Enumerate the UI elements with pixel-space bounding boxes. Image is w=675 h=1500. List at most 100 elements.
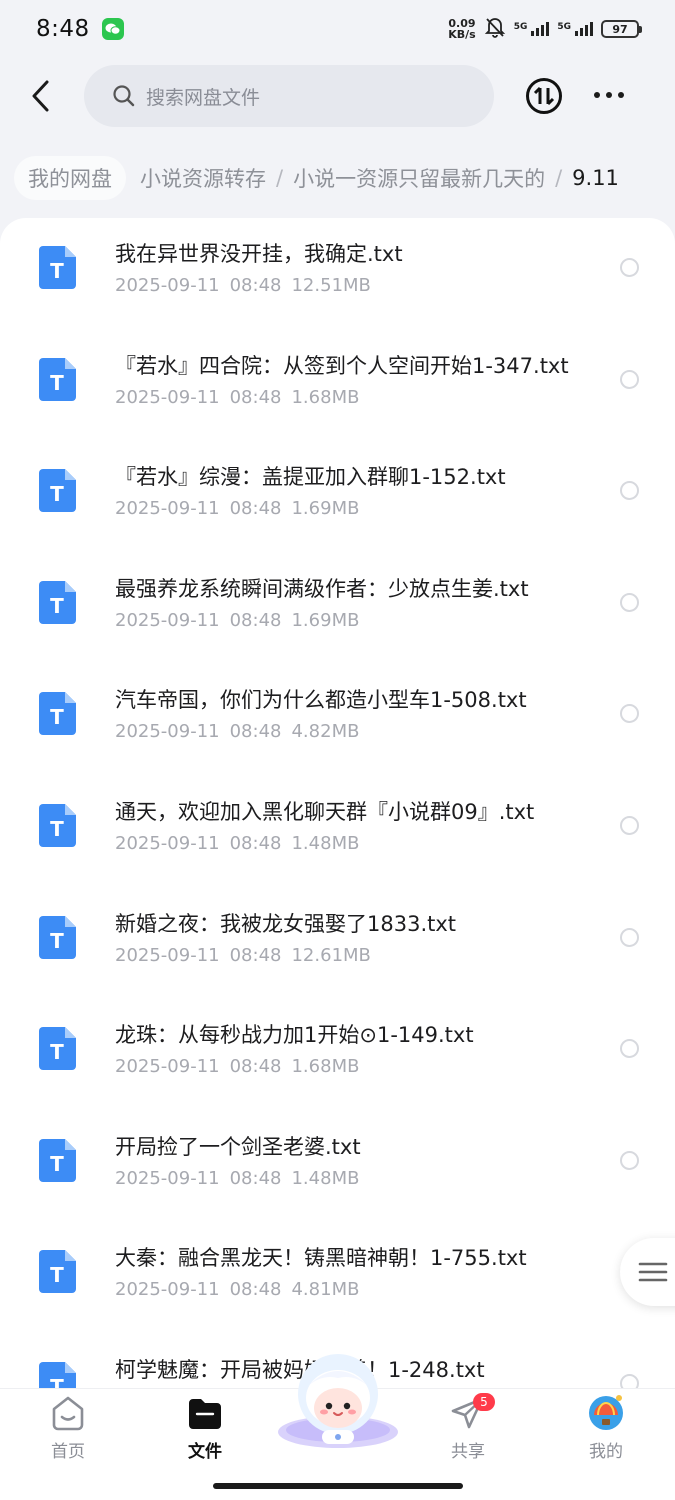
file-name: 汽车帝国，你们为什么都造小型车1-508.txt <box>115 688 527 713</box>
file-row[interactable]: T 通天，欢迎加入黑化聊天群『小说群09』.txt 2025-09-11 08:4… <box>0 776 675 888</box>
nav-files-label: 文件 <box>188 1442 222 1462</box>
file-row[interactable]: T 我在异世界没开挂，我确定.txt 2025-09-11 08:48 12.51M… <box>0 218 675 330</box>
home-icon <box>52 1396 84 1431</box>
file-name: 新婚之夜：我被龙女强娶了1833.txt <box>115 911 457 936</box>
nav-mine[interactable]: 我的 <box>561 1393 651 1463</box>
svg-text:T: T <box>50 1375 64 1388</box>
folder-icon <box>189 1399 221 1429</box>
text-file-icon: T <box>39 1362 76 1388</box>
breadcrumb-separator: / <box>555 166 563 190</box>
file-meta: 2025-09-11 08:48 1.48MB <box>115 833 360 854</box>
file-row[interactable]: T 最强养龙系统瞬间满级作者：少放点生姜.txt 2025-09-11 08:48… <box>0 553 675 665</box>
file-list: T 我在异世界没开挂，我确定.txt 2025-09-11 08:48 12.51M… <box>0 218 675 1388</box>
file-name: 开局捡了一个剑圣老婆.txt <box>115 1134 361 1159</box>
signal-1-icon: 5G <box>514 22 550 36</box>
file-meta: 2025-09-11 08:48 1.69MB <box>115 609 360 631</box>
file-meta: 2025-09-11 08:48 4.82MB <box>115 721 360 743</box>
mute-bell-icon <box>484 16 506 42</box>
file-meta: 2025-09-11 08:48 1.68MB <box>115 386 360 408</box>
share-badge: 5 <box>473 1393 495 1411</box>
select-checkbox[interactable] <box>620 481 639 501</box>
select-checkbox[interactable] <box>620 258 639 277</box>
file-row[interactable]: T 龙珠：从每秒战力加1开始⊙1-149.txt 2025-09-11 08:48… <box>0 999 675 1111</box>
file-meta: 2025-09-11 08:48 1.69MB <box>115 498 360 520</box>
nav-share-label: 共享 <box>451 1442 485 1462</box>
file-name: 通天，欢迎加入黑化聊天群『小说群09』.txt <box>115 800 535 824</box>
more-dot-icon <box>618 92 624 98</box>
svg-text:T: T <box>50 929 64 953</box>
select-checkbox[interactable] <box>620 592 639 612</box>
select-checkbox[interactable] <box>620 1150 639 1170</box>
assistant-mascot-button[interactable] <box>276 1350 400 1450</box>
nav-mine-label: 我的 <box>589 1442 623 1462</box>
more-dot-icon <box>594 92 600 98</box>
network-speed: 0.09 KB/s <box>448 17 476 41</box>
file-meta: 2025-09-11 08:48 1.68MB <box>115 1056 360 1078</box>
breadcrumb-item[interactable]: 小说资源转存 <box>140 163 266 193</box>
select-checkbox[interactable] <box>620 816 639 835</box>
text-file-icon: T <box>39 692 76 736</box>
battery-icon: 97 <box>601 20 642 38</box>
svg-text:T: T <box>50 482 64 506</box>
text-file-icon: T <box>39 469 76 513</box>
signal-2-icon: 5G <box>557 22 593 36</box>
file-name: 『若水』综漫：盖提亚加入群聊1-152.txt <box>115 465 506 490</box>
svg-text:T: T <box>50 1263 64 1287</box>
status-time: 8:48 <box>36 16 90 42</box>
file-name: 龙珠：从每秒战力加1开始⊙1-149.txt <box>115 1023 474 1048</box>
text-file-icon: T <box>39 1138 76 1182</box>
more-button[interactable] <box>594 85 634 105</box>
menu-lines-icon <box>638 1262 668 1282</box>
nav-home-label: 首页 <box>51 1442 85 1462</box>
search-input[interactable]: 搜索网盘文件 <box>84 65 494 127</box>
file-row[interactable]: T 汽车帝国，你们为什么都造小型车1-508.txt 2025-09-11 08:… <box>0 664 675 776</box>
text-file-icon: T <box>39 915 76 959</box>
svg-text:T: T <box>50 705 64 729</box>
file-meta: 2025-09-11 08:48 4.81MB <box>115 1279 360 1301</box>
status-bar: 8:48 0.09 KB/s 5G 5G 97 <box>0 0 675 58</box>
nav-share[interactable]: 5 共享 <box>423 1393 513 1463</box>
upload-download-icon <box>526 78 562 114</box>
select-checkbox[interactable] <box>620 927 639 947</box>
file-name: 大秦：融合黑龙天！铸黑暗神朝！1-755.txt <box>115 1246 527 1271</box>
select-checkbox[interactable] <box>620 704 639 724</box>
file-row[interactable]: T 开局捡了一个剑圣老婆.txt 2025-09-11 08:48 1.48MB <box>0 1111 675 1223</box>
breadcrumb-current: 9.11 <box>572 166 619 190</box>
svg-text:T: T <box>50 594 64 618</box>
svg-text:T: T <box>50 1152 64 1176</box>
text-file-icon: T <box>39 357 76 401</box>
text-file-icon: T <box>39 246 76 289</box>
select-checkbox[interactable] <box>620 369 639 389</box>
file-row[interactable]: T 『若水』综漫：盖提亚加入群聊1-152.txt 2025-09-11 08:4… <box>0 441 675 553</box>
breadcrumb-item[interactable]: 小说一资源只留最新几天的 <box>293 163 545 193</box>
file-name: 『若水』四合院：从签到个人空间开始1-347.txt <box>115 353 569 378</box>
transfer-list-button[interactable] <box>525 77 563 115</box>
breadcrumb-separator: / <box>276 166 284 190</box>
file-row[interactable]: T 大秦：融合黑龙天！铸黑暗神朝！1-755.txt 2025-09-11 08:… <box>0 1222 675 1334</box>
svg-text:T: T <box>50 817 64 841</box>
text-file-icon: T <box>39 1027 76 1071</box>
text-file-icon: T <box>39 580 76 624</box>
mascot-icon <box>278 1354 398 1448</box>
select-checkbox[interactable] <box>620 1374 639 1388</box>
home-indicator[interactable] <box>213 1483 463 1489</box>
select-checkbox[interactable] <box>620 1039 639 1059</box>
file-row[interactable]: T 『若水』四合院：从签到个人空间开始1-347.txt 2025-09-11 0… <box>0 330 675 442</box>
breadcrumb: 我的网盘 小说资源转存 / 小说一资源只留最新几天的 / 9.11 <box>0 154 675 202</box>
file-meta: 2025-09-11 08:48 12.51MB <box>115 275 371 296</box>
search-icon <box>113 85 135 107</box>
file-row[interactable]: T 新婚之夜：我被龙女强娶了1833.txt 2025-09-11 08:48 12… <box>0 888 675 1000</box>
file-meta: 2025-09-11 08:48 1.48MB <box>115 1167 360 1189</box>
svg-text:T: T <box>50 259 64 283</box>
back-button[interactable] <box>20 74 60 118</box>
file-name: 我在异世界没开挂，我确定.txt <box>115 242 403 266</box>
nav-home[interactable]: 首页 <box>23 1393 113 1463</box>
breadcrumb-root[interactable]: 我的网盘 <box>14 156 126 200</box>
svg-text:T: T <box>50 371 64 395</box>
nav-files[interactable]: 文件 <box>160 1393 250 1463</box>
file-meta: 2025-09-11 08:48 12.61MB <box>115 944 371 966</box>
wechat-notification-icon <box>101 18 124 40</box>
file-name: 最强养龙系统瞬间满级作者：少放点生姜.txt <box>115 576 529 601</box>
chevron-left-icon <box>32 80 49 112</box>
avatar-balloon-icon <box>589 1395 623 1430</box>
